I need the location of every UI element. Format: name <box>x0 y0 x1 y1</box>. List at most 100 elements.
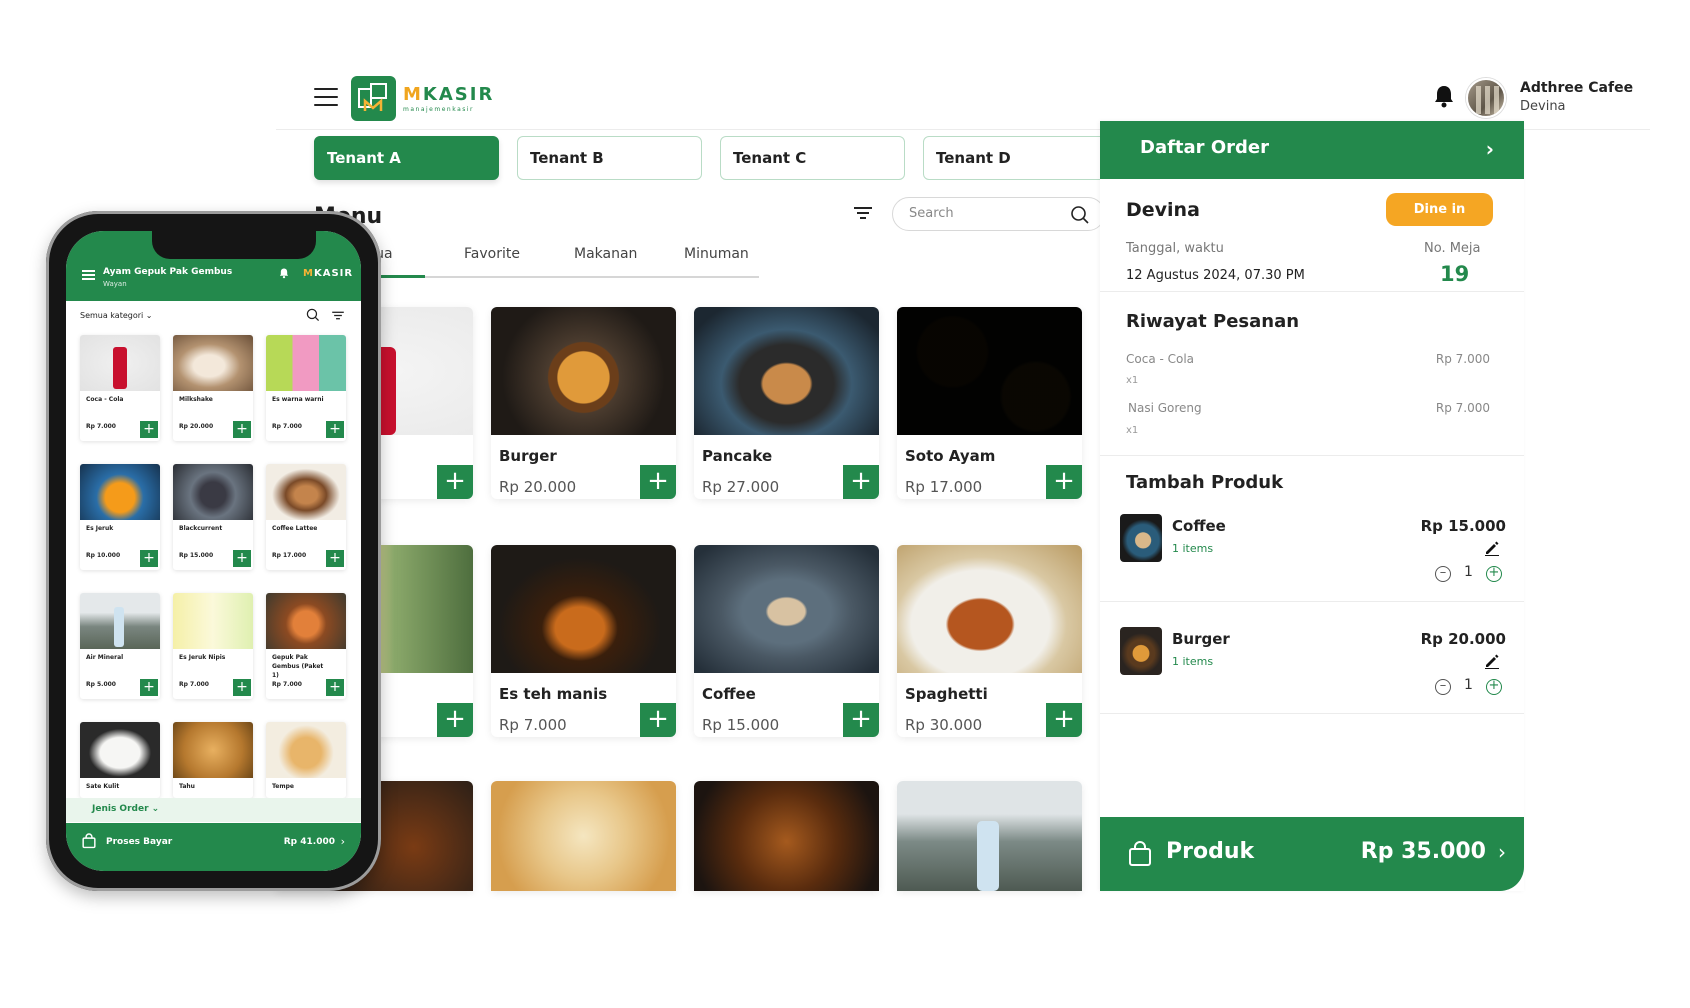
menu-icon[interactable] <box>82 270 95 280</box>
search-icon[interactable] <box>1070 205 1090 225</box>
phone-checkout-button[interactable]: Proses Bayar Rp 41.000 › <box>66 823 361 871</box>
phone-product-price: Rp 20.000 <box>179 423 214 430</box>
phone-product-name: Blackcurrent <box>179 525 223 532</box>
phone-product-price: Rp 5.000 <box>86 681 116 688</box>
search-input[interactable]: Search <box>892 197 1105 231</box>
phone-checkout-label: Proses Bayar <box>106 837 173 847</box>
add-to-cart-button[interactable]: + <box>1046 465 1082 499</box>
add-to-cart-button[interactable]: + <box>843 465 879 499</box>
chevron-right-icon: › <box>340 835 345 848</box>
decrease-qty-button[interactable]: – <box>1435 566 1451 582</box>
phone-product-card: Milkshake Rp 20.000 + <box>173 335 253 441</box>
add-to-cart-button[interactable]: + <box>233 679 251 696</box>
order-item-count: 1 items <box>1172 542 1214 555</box>
checkout-total: Rp 35.000 <box>1360 839 1486 864</box>
tenant-tab-a[interactable]: Tenant A <box>314 136 499 180</box>
filter-icon[interactable] <box>854 206 872 220</box>
logo-tagline: manajemenkasir <box>403 106 475 113</box>
tenant-tab-d[interactable]: Tenant D <box>923 136 1108 180</box>
tenant-tab-c[interactable]: Tenant C <box>720 136 905 180</box>
product-image <box>694 307 879 435</box>
shopping-bag-icon <box>82 833 96 849</box>
product-price: Rp 17.000 <box>905 478 983 496</box>
add-to-cart-button[interactable]: + <box>437 703 473 737</box>
add-to-cart-button[interactable]: + <box>640 703 676 737</box>
tab-makanan[interactable]: Makanan <box>574 246 637 262</box>
bell-icon[interactable] <box>279 267 289 279</box>
add-to-cart-button[interactable]: + <box>326 421 344 438</box>
history-item-qty: x1 <box>1126 375 1139 386</box>
avatar[interactable] <box>1466 78 1506 118</box>
customer-name: Devina <box>1126 199 1200 221</box>
product-card-spaghetti: Spaghetti Rp 30.000 + <box>897 545 1082 737</box>
phone-product-card: Tempe <box>266 722 346 798</box>
history-item-qty: x1 <box>1126 425 1139 436</box>
product-name: Spaghetti <box>905 685 988 703</box>
tab-minuman[interactable]: Minuman <box>684 246 749 262</box>
divider <box>1100 455 1524 456</box>
add-to-cart-button[interactable]: + <box>326 550 344 567</box>
tab-favorite[interactable]: Favorite <box>464 246 520 262</box>
edit-icon[interactable] <box>1484 653 1500 669</box>
phone-product-name: Milkshake <box>179 396 213 403</box>
history-item-price: Rp 7.000 <box>1435 352 1490 366</box>
divider <box>1100 601 1524 602</box>
history-item-name: Coca - Cola <box>1126 352 1195 366</box>
product-image <box>897 545 1082 673</box>
checkout-label: Produk <box>1166 839 1255 864</box>
search-icon[interactable] <box>306 308 320 322</box>
order-item-price: Rp 20.000 <box>1420 630 1506 648</box>
phone-product-name: Es Jeruk Nipis <box>179 654 226 661</box>
add-to-cart-button[interactable]: + <box>140 550 158 567</box>
phone-product-price: Rp 10.000 <box>86 552 121 559</box>
increase-qty-button[interactable]: + <box>1486 679 1502 695</box>
table-number: 19 <box>1440 262 1470 286</box>
product-card-coffee: Coffee Rp 15.000 + <box>694 545 879 737</box>
bell-icon[interactable] <box>1433 84 1455 108</box>
date-label: Tanggal, waktu <box>1126 241 1224 256</box>
dine-in-badge[interactable]: Dine in <box>1386 193 1493 226</box>
product-name: Coffee <box>702 685 756 703</box>
add-product-title: Tambah Produk <box>1126 472 1284 493</box>
checkout-button[interactable]: Produk Rp 35.000 › <box>1100 817 1524 891</box>
add-to-cart-button[interactable]: + <box>437 465 473 499</box>
chevron-down-icon: ⌄ <box>151 804 160 814</box>
phone-mockup: Ayam Gepuk Pak Gembus Wayan MKASIR Semua… <box>46 211 381 891</box>
add-to-cart-button[interactable]: + <box>1046 703 1082 737</box>
order-item-name: Coffee <box>1172 517 1226 535</box>
filter-icon[interactable] <box>332 311 344 320</box>
add-to-cart-button[interactable]: + <box>233 550 251 567</box>
increase-qty-button[interactable]: + <box>1486 566 1502 582</box>
decrease-qty-button[interactable]: – <box>1435 679 1451 695</box>
phone-screen: Ayam Gepuk Pak Gembus Wayan MKASIR Semua… <box>66 231 361 871</box>
store-name: Adthree Cafee <box>1520 80 1634 96</box>
menu-icon[interactable] <box>314 88 338 106</box>
add-to-cart-button[interactable]: + <box>233 421 251 438</box>
phone-product-name: Tahu <box>179 783 195 790</box>
product-image <box>491 307 676 435</box>
tenant-tab-b[interactable]: Tenant B <box>517 136 702 180</box>
phone-product-card: Coffee Lattee Rp 17.000 + <box>266 464 346 570</box>
product-image <box>897 307 1082 435</box>
table-label: No. Meja <box>1424 241 1481 256</box>
phone-product-name: Tempe <box>272 783 294 790</box>
add-to-cart-button[interactable]: + <box>640 465 676 499</box>
order-title: Daftar Order <box>1140 137 1269 158</box>
order-item-thumbnail <box>1120 514 1162 562</box>
phone-product-name: Sate Kulit <box>86 783 120 790</box>
chevron-right-icon: › <box>1498 840 1506 864</box>
add-to-cart-button[interactable]: + <box>326 679 344 696</box>
add-to-cart-button[interactable]: + <box>140 679 158 696</box>
history-item-price: Rp 7.000 <box>1435 401 1490 415</box>
add-to-cart-button[interactable]: + <box>843 703 879 737</box>
product-card-es-teh-manis: Es teh manis Rp 7.000 + <box>491 545 676 737</box>
product-name: Burger <box>499 447 557 465</box>
chevron-right-icon[interactable]: › <box>1486 137 1494 161</box>
order-type-dropdown[interactable]: Jenis Order ⌄ <box>66 798 361 822</box>
phone-product-card: Sate Kulit <box>80 722 160 798</box>
category-dropdown[interactable]: Semua kategori ⌄ <box>80 311 153 320</box>
add-to-cart-button[interactable]: + <box>140 421 158 438</box>
edit-icon[interactable] <box>1484 540 1500 556</box>
product-image <box>694 545 879 673</box>
divider <box>1100 713 1524 714</box>
